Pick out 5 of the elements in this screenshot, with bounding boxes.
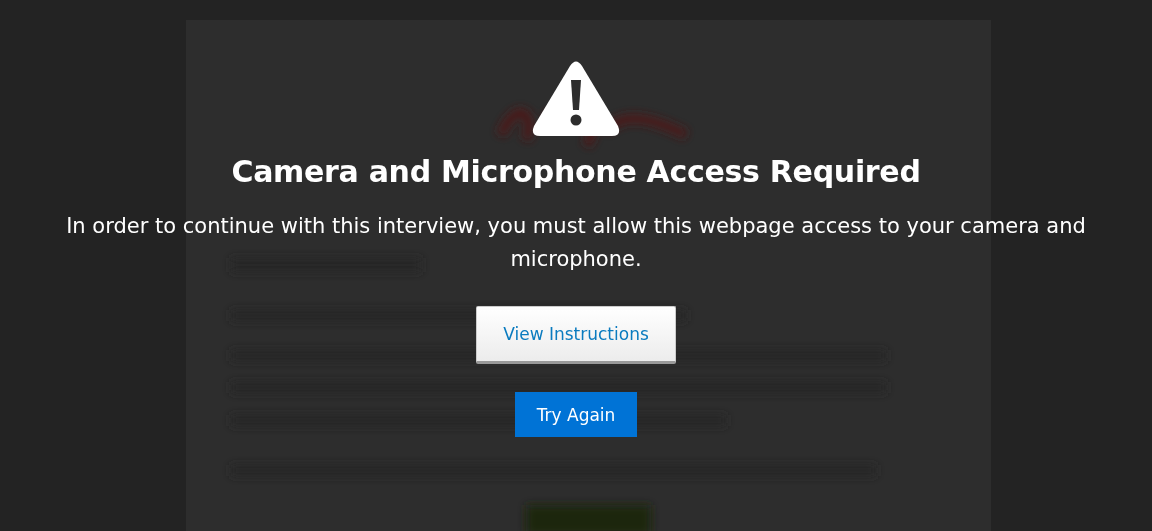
dialog-message: In order to continue with this interview, you must allow this webpage access to your camera and microphone. — [65, 213, 1087, 273]
view-instructions-button[interactable]: View Instructions — [476, 306, 676, 364]
warning-icon — [532, 60, 620, 138]
try-again-button[interactable]: Try Again — [514, 392, 638, 437]
dialog-title: Camera and Microphone Access Required — [231, 153, 921, 191]
